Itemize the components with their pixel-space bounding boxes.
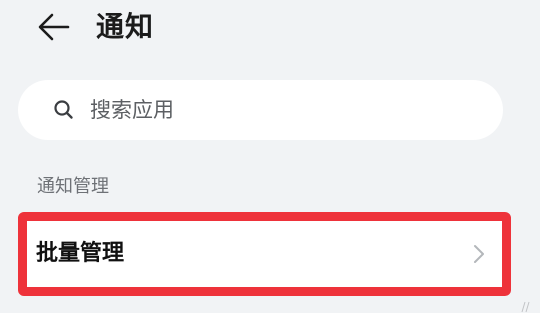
- arrow-left-icon: [38, 13, 70, 41]
- chevron-right-icon: [474, 245, 484, 263]
- search-bar[interactable]: [18, 80, 503, 140]
- page-title: 通知: [96, 10, 155, 43]
- top-bar: 通知: [0, 0, 540, 60]
- search-input[interactable]: [90, 80, 490, 140]
- batch-manage-item[interactable]: 批量管理: [18, 212, 511, 296]
- back-button[interactable]: [32, 8, 76, 46]
- section-header: 通知管理: [37, 176, 109, 197]
- search-icon: [54, 100, 73, 119]
- batch-manage-label: 批量管理: [36, 241, 125, 266]
- scroll-indicator-icon: [521, 301, 530, 313]
